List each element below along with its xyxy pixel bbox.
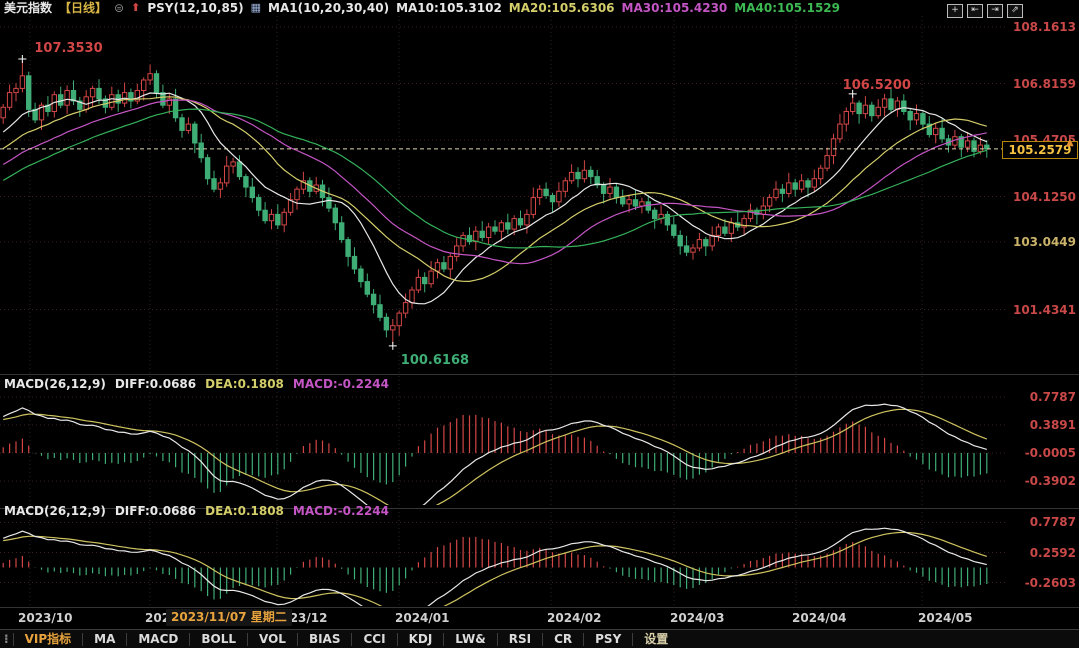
macd-axis-label: -0.2603 [1025, 576, 1076, 590]
panel-separator [0, 607, 1079, 608]
toolbar-item-cci[interactable]: CCI [352, 633, 397, 646]
macd-axis-label: 0.2592 [1030, 546, 1076, 560]
symbol-name[interactable]: 美元指数 [4, 0, 52, 16]
x-axis-month-label: 2024/05 [918, 611, 972, 625]
period-label[interactable]: 【日线】 [59, 0, 107, 16]
toolbar-item-kdj[interactable]: KDJ [398, 633, 445, 646]
macd2-dea-value: DEA:0.1808 [205, 504, 284, 518]
x-axis-month-label: 2024/01 [395, 611, 449, 625]
indicator-toolbar: ⁝VIP指标MAMACDBOLLVOLBIASCCIKDJLW&RSICRPSY… [0, 629, 1079, 648]
macd1-dea-value: DEA:0.1808 [205, 377, 284, 391]
menu-circle-icon[interactable]: ⊜ [114, 1, 124, 15]
macd-panel-1-header: MACD(26,12,9) DIFF:0.0686 DEA:0.1808 MAC… [4, 377, 389, 391]
macd-axis-label: 0.7787 [1030, 515, 1076, 529]
y-axis-label: 106.8159 [1013, 77, 1076, 91]
toolbar-item-bias[interactable]: BIAS [298, 633, 353, 646]
psy-params-label[interactable]: PSY(12,10,85) [147, 1, 243, 15]
macd-panel-2-header: MACD(26,12,9) DIFF:0.0686 DEA:0.1808 MAC… [4, 504, 389, 518]
toolbar-item-vip[interactable]: VIP指标 [14, 633, 84, 646]
pan-icon[interactable]: + [947, 4, 963, 18]
toolbar-item-boll[interactable]: BOLL [190, 633, 248, 646]
x-axis-month-label: 2024/03 [670, 611, 724, 625]
x-axis-month-label: 2024/02 [547, 611, 601, 625]
toolbar-item-cr[interactable]: CR [543, 633, 584, 646]
ma30-value: MA30:105.4230 [622, 1, 728, 15]
macd1-diff-value: DIFF:0.0686 [115, 377, 196, 391]
macd2-bar-value: MACD:-0.2244 [293, 504, 389, 518]
macd1-bar-value: MACD:-0.2244 [293, 377, 389, 391]
macd-axis-label: 0.3891 [1030, 418, 1076, 432]
toolbar-item-macd[interactable]: MACD [127, 633, 190, 646]
toolbar-item-ma[interactable]: MA [83, 633, 127, 646]
macd2-diff-value: DIFF:0.0686 [115, 504, 196, 518]
y-axis-label: 103.0449 [1013, 235, 1076, 249]
x-axis-month-label: 2024/04 [792, 611, 846, 625]
pop-out-icon[interactable]: ⇗ [1007, 4, 1023, 18]
ma-group-label[interactable]: MA1(10,20,30,40) [268, 1, 389, 15]
up-arrow-icon: ⬆ [131, 1, 140, 14]
macd-axis-label: -0.3902 [1025, 474, 1076, 488]
toolbar-overflow-icon[interactable]: ⁝ [0, 633, 14, 646]
chart-header: 美元指数 【日线】 ⊜ ⬆ PSY(12,10,85) ▦ MA1(10,20,… [4, 0, 840, 15]
chart-window: 美元指数 【日线】 ⊜ ⬆ PSY(12,10,85) ▦ MA1(10,20,… [0, 0, 1079, 648]
crosshair-date-label: 2023/11/07 星期二 [166, 609, 292, 626]
x-axis-month-label: 2023/10 [18, 611, 72, 625]
april-high-label: 106.5200 [843, 78, 911, 93]
ma20-value: MA20:105.6306 [509, 1, 615, 15]
toolbar-item-psy[interactable]: PSY [584, 633, 633, 646]
candlestick-chart-canvas[interactable] [0, 0, 1079, 648]
panel-separator [0, 374, 1079, 375]
shrink-left-icon[interactable]: ⇤ [967, 4, 983, 18]
y-axis-label: 101.4341 [1013, 303, 1076, 317]
toolbar-item-vol[interactable]: VOL [248, 633, 298, 646]
period-low-label: 100.6168 [401, 353, 469, 368]
toolbar-item-lw[interactable]: LW& [444, 633, 497, 646]
price-alert-arrow-icon: ▲ [1066, 137, 1074, 148]
macd1-title[interactable]: MACD(26,12,9) [4, 377, 106, 391]
window-tool-icons: + ⇤ ⇥ ⇗ [947, 4, 1023, 18]
ma10-value: MA10:105.3102 [396, 1, 502, 15]
macd-axis-label: -0.0005 [1025, 446, 1076, 460]
toolbar-item-[interactable]: 设置 [633, 633, 679, 646]
indicator-chart-icon[interactable]: ▦ [251, 1, 261, 14]
toolbar-item-rsi[interactable]: RSI [498, 633, 543, 646]
macd-axis-label: 0.7787 [1030, 390, 1076, 404]
macd2-title[interactable]: MACD(26,12,9) [4, 504, 106, 518]
ma40-value: MA40:105.1529 [734, 1, 840, 15]
shrink-right-icon[interactable]: ⇥ [987, 4, 1003, 18]
y-axis-label: 108.1613 [1013, 20, 1076, 34]
y-axis-label: 104.1250 [1013, 190, 1076, 204]
period-high-label: 107.3530 [34, 41, 102, 56]
